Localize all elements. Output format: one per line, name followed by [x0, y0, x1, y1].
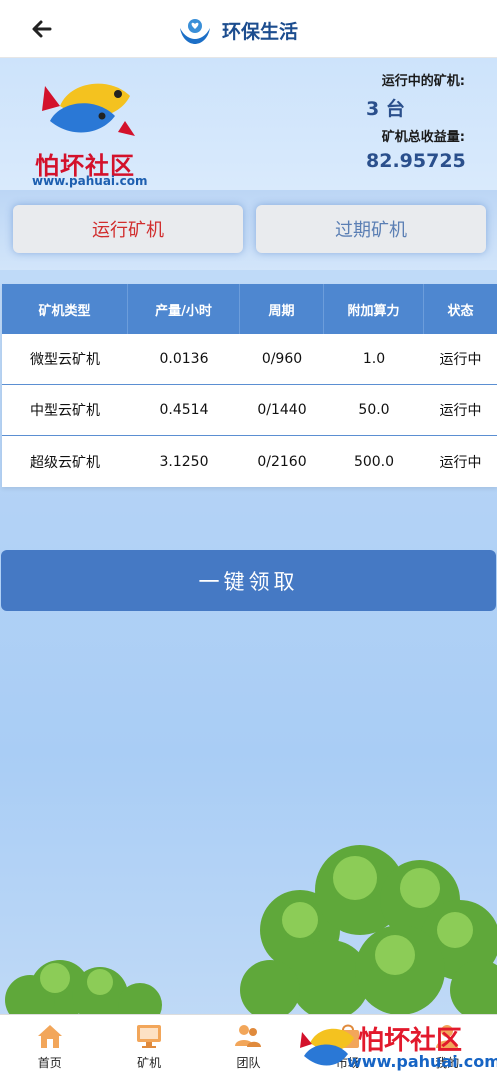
- trees-illustration: [5, 845, 497, 1015]
- cell-miner-type: 超级云矿机: [30, 454, 100, 471]
- tab-running-miners[interactable]: 运行矿机: [13, 205, 243, 253]
- table-row: 中型云矿机 0.4514 0/1440 50.0 运行中: [2, 385, 497, 436]
- cell-cycle: 0/960: [261, 351, 303, 367]
- top-header: 环保生活: [0, 0, 497, 58]
- fish-logo-icon: [42, 83, 135, 136]
- nav-miners-label: 矿机: [137, 1056, 162, 1070]
- watermark: 怕坏社区 www.pahuai.com: [300, 1018, 497, 1076]
- nav-miners[interactable]: 矿机: [99, 1015, 198, 1076]
- stats-banner: 怕坏社区 www.pahuai.com 运行中的矿机: 3 台 矿机总收益量: …: [0, 58, 497, 190]
- cell-miner-type: 中型云矿机: [30, 403, 100, 419]
- tab-bar: 运行矿机 过期矿机: [0, 190, 497, 270]
- cell-output: 0.0136: [159, 351, 209, 367]
- nav-home-label: 首页: [37, 1056, 62, 1070]
- cell-cycle: 0/1440: [257, 402, 307, 418]
- cell-status: 运行中: [439, 352, 482, 368]
- cell-output: 3.1250: [159, 453, 209, 470]
- page-title: 环保生活: [178, 14, 298, 46]
- miners-table: 矿机类型 产量/小时 周期 附加算力 状态 微型云矿机 0.0136 0/960…: [2, 284, 497, 487]
- cell-extra-power: 50.0: [358, 402, 390, 418]
- team-icon: [235, 1025, 262, 1047]
- page-title-text: 环保生活: [222, 20, 299, 43]
- total-earnings-label: 矿机总收益量:: [381, 130, 465, 145]
- nav-home[interactable]: 首页: [0, 1015, 99, 1076]
- back-arrow-icon[interactable]: [28, 14, 58, 44]
- community-logo: 怕坏社区 www.pahuai.com: [30, 66, 160, 191]
- watermark-url: www.pahuai.com: [347, 1052, 497, 1071]
- monitor-icon: [137, 1025, 162, 1048]
- header-miner-type: 矿机类型: [2, 284, 128, 334]
- logo-url: www.pahuai.com: [32, 174, 148, 188]
- cell-status: 运行中: [439, 403, 482, 419]
- total-earnings-value: 82.95725: [366, 150, 466, 172]
- cell-cycle: 0/2160: [257, 453, 307, 470]
- nav-team[interactable]: 团队: [199, 1015, 298, 1076]
- table-row: 超级云矿机 3.1250 0/2160 500.0 运行中: [2, 436, 497, 487]
- eco-life-logo-icon: [180, 19, 210, 44]
- cell-output: 0.4514: [159, 402, 209, 418]
- tab-expired-miners[interactable]: 过期矿机: [256, 205, 486, 253]
- table-row: 微型云矿机 0.0136 0/960 1.0 运行中: [2, 334, 497, 385]
- nav-team-label: 团队: [236, 1056, 261, 1070]
- header-extra-power: 附加算力: [324, 284, 424, 334]
- header-status: 状态: [447, 303, 474, 319]
- running-count-value: 3 台: [366, 98, 405, 120]
- cell-miner-type: 微型云矿机: [30, 352, 100, 368]
- table-header: 矿机类型 产量/小时 周期 附加算力 状态: [2, 284, 497, 334]
- cell-extra-power: 1.0: [362, 351, 386, 367]
- header-cycle: 周期: [240, 284, 324, 334]
- cell-extra-power: 500.0: [353, 453, 395, 470]
- home-icon: [37, 1025, 62, 1048]
- cell-status: 运行中: [439, 454, 482, 471]
- running-count-label: 运行中的矿机:: [381, 74, 465, 89]
- claim-all-button[interactable]: 一键领取: [1, 550, 496, 611]
- header-output-per-hour: 产量/小时: [128, 284, 240, 334]
